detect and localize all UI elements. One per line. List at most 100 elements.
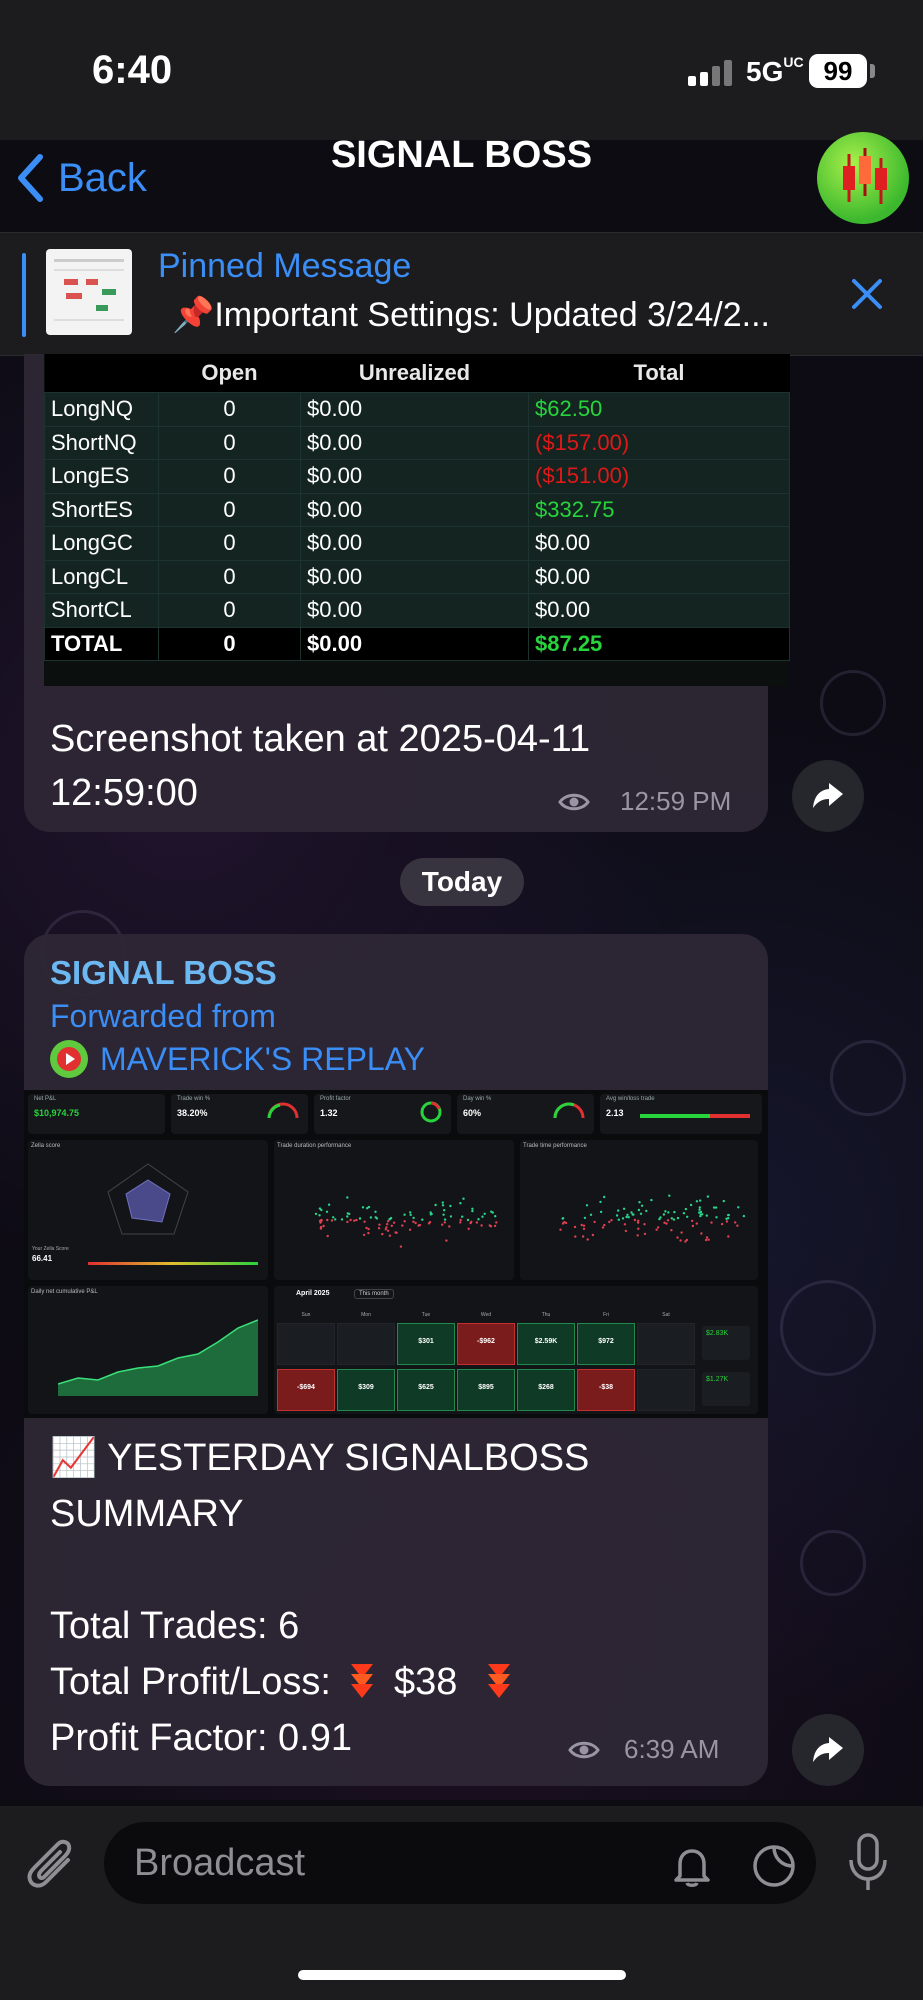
sender-name[interactable]: SIGNAL BOSS [50, 954, 277, 992]
table-cell: $0.00 [528, 593, 790, 628]
chat-title[interactable]: SIGNAL BOSS [0, 134, 923, 177]
table-cell: 0 [158, 425, 301, 460]
status-time: 6:40 [92, 48, 173, 92]
calendar-day[interactable]: $972 [577, 1323, 635, 1365]
total-trades: Total Trades: 6 [50, 1605, 300, 1647]
broadcast-input[interactable]: Broadcast [104, 1822, 816, 1904]
table-cell: LongES [44, 459, 159, 494]
broadcast-placeholder: Broadcast [134, 1842, 306, 1884]
calendar-weekday: Sun [301, 1312, 311, 1318]
calendar-panel: April 2025 This month Sun Mon Tue Wed Thu Fri… [274, 1286, 758, 1414]
table-header: Unrealized [300, 354, 529, 393]
sticker-icon[interactable] [750, 1842, 798, 1890]
calendar-day[interactable]: $895 [457, 1369, 515, 1411]
status-bar: 6:40 5GUC 99 [0, 0, 923, 140]
bell-icon[interactable] [670, 1844, 714, 1888]
week-total: $2.83K [702, 1326, 750, 1360]
table-row: ShortES 0 $0.00 $332.75 [44, 492, 790, 527]
table-row: ShortCL 0 $0.00 $0.00 [44, 593, 790, 628]
table-cell: 0 [158, 526, 301, 561]
profit-loss-line: Total Profit/Loss: $38 [50, 1654, 730, 1710]
pinned-indicator [22, 253, 26, 337]
share-arrow-icon [813, 1737, 843, 1762]
cumulative-pnl-panel: Daily net cumulative P&L [28, 1286, 268, 1414]
calendar-weekday: Sat [662, 1312, 670, 1318]
calendar-weekday: Mon [361, 1312, 371, 1318]
table-cell: TOTAL [44, 626, 159, 661]
table-cell: LongCL [44, 559, 159, 594]
table-row: LongCL 0 $0.00 $0.00 [44, 559, 790, 594]
calendar-day-value: $2.59K [534, 1338, 558, 1345]
calendar-weekday: Fri [603, 1312, 609, 1318]
zella-score-panel: Zella score Your Zella Score 66.41 [28, 1140, 268, 1280]
paperclip-icon[interactable] [24, 1836, 78, 1896]
table-cell: $62.50 [528, 392, 790, 427]
pinned-message-bar[interactable]: Pinned Message 📌Important Settings: Upda… [0, 232, 923, 356]
calendar-day[interactable]: -$962 [457, 1323, 515, 1365]
profit-loss-value: $38 [394, 1661, 458, 1703]
table-header [44, 354, 159, 393]
calendar-day[interactable] [337, 1323, 395, 1365]
calendar-day[interactable] [637, 1369, 695, 1411]
table-cell: $0.00 [528, 559, 790, 594]
calendar-day-value: $895 [478, 1384, 494, 1391]
eye-icon [558, 793, 590, 810]
table-cell: 0 [158, 459, 301, 494]
calendar-day-value: -$38 [598, 1384, 613, 1391]
stat-card: Net P&L $10,974.75 [28, 1094, 165, 1134]
calendar-day-value: $301 [418, 1338, 434, 1345]
pinned-thumbnail [46, 249, 132, 335]
calendar-day[interactable] [277, 1323, 335, 1365]
stat-card: Profit factor 1.32 [314, 1094, 451, 1134]
dashboard-screenshot[interactable]: Net P&L $10,974.75 Trade win % 38.20% Pr… [24, 1090, 768, 1418]
stat-card: Day win % 60% [457, 1094, 594, 1134]
battery-indicator: 99 [809, 54, 867, 88]
table-cell: $0.00 [300, 526, 529, 561]
summary-text: 📈 YESTERDAY SIGNALBOSS SUMMARY Total Tra… [50, 1430, 730, 1766]
message-time: 12:59 PM [620, 786, 732, 816]
message-bubble[interactable]: SIGNAL BOSS Forwarded from MAVERICK'S RE… [24, 934, 768, 1786]
calendar-day[interactable]: -$694 [277, 1369, 335, 1411]
table-cell: 0 [158, 593, 301, 628]
table-header: Open [158, 354, 301, 393]
table-cell: 0 [158, 559, 301, 594]
table-cell: $0.00 [300, 559, 529, 594]
calendar-day[interactable] [637, 1323, 695, 1365]
trade-time-panel: Trade time performance [520, 1140, 758, 1280]
calendar-day[interactable]: $301 [397, 1323, 455, 1365]
forwarded-source[interactable]: MAVERICK'S REPLAY [50, 1040, 425, 1078]
share-button[interactable] [792, 760, 864, 832]
table-cell: ($157.00) [528, 425, 790, 460]
calendar-day-value: -$962 [477, 1338, 495, 1345]
table-cell: ShortCL [44, 593, 159, 628]
calendar-weekday: Tue [421, 1312, 431, 1318]
table-cell: 0 [158, 492, 301, 527]
message-meta: 6:39 AM [568, 1734, 719, 1765]
calendar-day-value: $972 [598, 1338, 614, 1345]
pnl-screenshot[interactable]: Open Unrealized Total LongNQ 0 $0.00 $62.50… [44, 354, 790, 686]
calendar-day[interactable]: $268 [517, 1369, 575, 1411]
table-cell: $0.00 [300, 492, 529, 527]
close-icon[interactable] [850, 277, 884, 311]
table-row: LongNQ 0 $0.00 $62.50 [44, 392, 790, 427]
table-cell: 0 [158, 392, 301, 427]
network-type: 5GUC [746, 54, 804, 87]
table-cell: $0.00 [300, 392, 529, 427]
table-cell: $0.00 [300, 459, 529, 494]
microphone-icon[interactable] [846, 1832, 890, 1896]
calendar-day[interactable]: $309 [337, 1369, 395, 1411]
channel-avatar[interactable] [817, 132, 909, 224]
table-cell: 0 [158, 626, 301, 661]
summary-title: 📈 YESTERDAY SIGNALBOSS SUMMARY [50, 1437, 590, 1535]
message-bubble[interactable]: Open Unrealized Total LongNQ 0 $0.00 $62.50… [24, 354, 790, 832]
calendar-day[interactable]: $625 [397, 1369, 455, 1411]
calendar-day[interactable]: -$38 [577, 1369, 635, 1411]
composer-bar: Broadcast [0, 1806, 923, 2000]
forwarded-label: Forwarded from [50, 998, 276, 1034]
table-cell: $0.00 [300, 425, 529, 460]
calendar-day-value: -$694 [297, 1384, 315, 1391]
calendar-day[interactable]: $2.59K [517, 1323, 575, 1365]
play-icon [50, 1040, 88, 1078]
share-button[interactable] [792, 1714, 864, 1786]
table-cell: $0.00 [528, 526, 790, 561]
